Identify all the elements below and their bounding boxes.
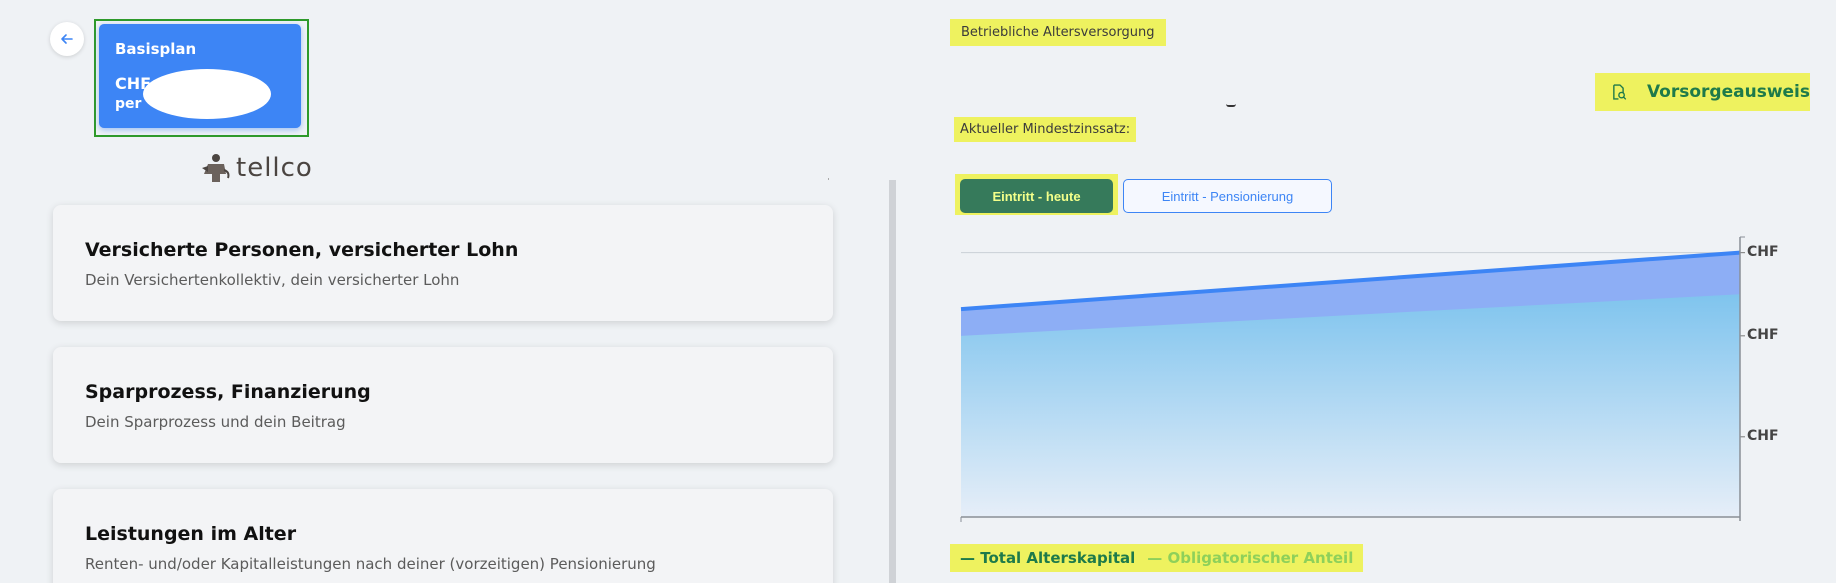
card-title: Versicherte Personen, versicherter Lohn — [85, 239, 519, 261]
card-sparprozess[interactable]: Sparprozess, Finanzierung Dein Sparproze… — [53, 347, 833, 463]
chart-legend: — Total Alterskapital — Obligatorischer … — [950, 544, 1364, 572]
card-subtitle: Renten- und/oder Kapitalleistungen nach … — [85, 555, 656, 573]
card-title: Leistungen im Alter — [85, 523, 297, 545]
scrollbar[interactable] — [889, 180, 896, 583]
y-tick-label: CHF — [1747, 427, 1779, 444]
arrow-left-icon — [61, 34, 73, 44]
back-button[interactable] — [50, 22, 84, 56]
tellco-logo: tellco — [198, 152, 313, 184]
redaction-mask — [143, 69, 271, 119]
vorsorgeausweis-button[interactable]: Vorsorgeausweis — [1595, 73, 1810, 111]
document-search-icon — [1613, 84, 1627, 100]
card-subtitle: Dein Sparprozess und dein Beitrag — [85, 413, 346, 431]
altersguthaben-chart — [960, 236, 1745, 522]
card-title: Sparprozess, Finanzierung — [85, 381, 371, 403]
card-leistungen-im-alter[interactable]: Leistungen im Alter Renten- und/oder Kap… — [53, 489, 833, 583]
y-tick-label: CHF — [1747, 243, 1779, 260]
y-tick-label: CHF — [1747, 326, 1779, 343]
card-subtitle: Dein Versichertenkollektiv, dein versich… — [85, 271, 460, 289]
toggle-eintritt-heute[interactable]: Eintritt - heute — [960, 179, 1113, 213]
divider-mark — [828, 178, 829, 180]
mascot-icon — [202, 154, 230, 182]
logo-text: tellco — [236, 153, 313, 183]
plan-title: Basisplan — [115, 40, 197, 58]
plan-per: per — [115, 96, 142, 112]
legend-obligatorischer-anteil: — Obligatorischer Anteil — [1147, 549, 1354, 567]
section-title: Betriebliche Altersversorgung — [950, 19, 1166, 46]
card-versicherte-personen[interactable]: Versicherte Personen, versicherter Lohn … — [53, 205, 833, 321]
legend-total-alterskapital: — Total Alterskapital — [960, 549, 1136, 567]
plan-card[interactable]: Basisplan CHF per — [99, 24, 301, 128]
text-cursor-mark — [1226, 104, 1236, 107]
toggle-eintritt-pensionierung[interactable]: Eintritt - Pensionierung — [1123, 179, 1332, 213]
min-rate-label: Aktueller Mindestzinssatz: — [954, 117, 1137, 142]
vorsorgeausweis-label: Vorsorgeausweis — [1646, 82, 1810, 102]
